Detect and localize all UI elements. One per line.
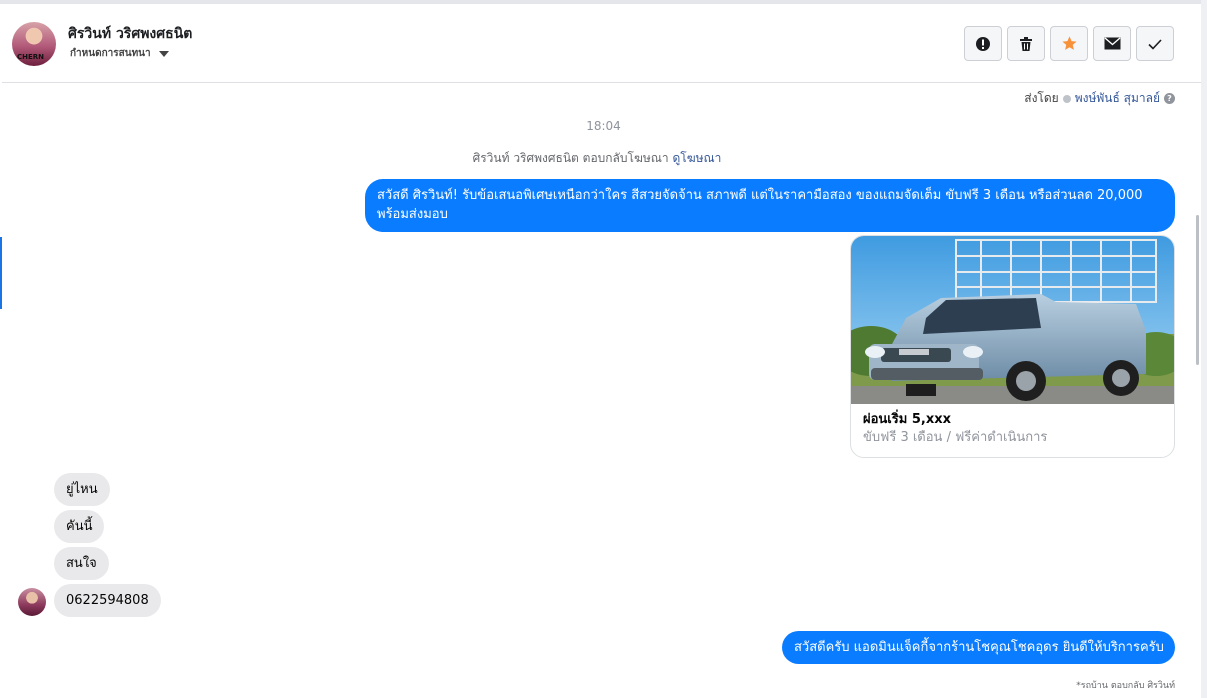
mark-done-button[interactable] [1136,26,1174,61]
sent-by-name[interactable]: พงษ์พันธ์ สุมาลย์ [1075,89,1160,108]
star-icon [1061,36,1077,50]
caret-down-icon [158,50,169,57]
alert-icon [976,36,990,51]
ad-card[interactable]: ผ่อนเริ่ม 5,xxx ขับฟรี 3 เดือน / ฟรีค่าด… [850,235,1175,458]
view-ad-link[interactable]: ดูโฆษณา [672,151,721,165]
contact-name[interactable]: ศิรวินท์ วริศพงศธนิต [68,23,192,45]
contact-avatar-small[interactable] [18,588,46,616]
help-icon[interactable]: ? [1164,93,1175,104]
message-timestamp: 18:04 [586,119,621,133]
conversation-toolbar [964,26,1174,61]
selection-accent [0,237,2,309]
sent-by-line: ส่งโดย พงษ์พันธ์ สุมาลย์ ? [1024,89,1175,108]
conversation-schedule-dropdown[interactable]: กำหนดการสนทนา [70,46,169,61]
admin-status-icon [1062,94,1071,103]
outgoing-message[interactable]: สวัสดีครับ แอดมินแจ็คกี้จากร้านโชคุณโชคอ… [782,631,1175,664]
mail-icon [1104,37,1120,50]
schedule-label: กำหนดการสนทนา [70,48,151,59]
scrollbar[interactable] [1196,215,1199,365]
conversation-window: CHERN ศิรวินท์ วริศพงศธนิต กำหนดการสนทนา [0,0,1207,698]
avatar-caption: CHERN [17,53,45,61]
pickup-truck-photo [851,236,1174,404]
delete-button[interactable] [1007,26,1045,61]
right-border [1201,0,1207,698]
ad-card-subtitle: ขับฟรี 3 เดือน / ฟรีค่าดำเนินการ [863,430,1048,445]
sent-by-prefix: ส่งโดย [1024,91,1059,105]
outgoing-message[interactable]: สวัสดี ศิรวินท์! รับข้อเสนอพิเศษเหนือกว่… [365,179,1175,232]
star-button[interactable] [1050,26,1088,61]
ad-reply-notice: ศิรวินท์ วริศพงศธนิต ตอบกลับโฆษณา ดูโฆษณ… [0,149,1194,168]
incoming-message[interactable]: สนใจ [54,547,109,580]
contact-avatar[interactable]: CHERN [12,22,56,66]
check-icon [1148,38,1162,50]
trash-icon [1020,36,1032,51]
conversation-header: CHERN ศิรวินท์ วริศพงศธนิต กำหนดการสนทนา [2,4,1201,83]
incoming-message-phone[interactable]: 0622594808 [54,584,161,617]
mark-unread-button[interactable] [1093,26,1131,61]
incoming-message[interactable]: คันนี้ [54,510,105,543]
reply-footnote: *รถบ้าน ตอบกลับ ศิรวินท์ [1076,681,1175,691]
incoming-message[interactable]: ยู่ไหน [54,473,110,506]
mark-spam-button[interactable] [964,26,1002,61]
ad-reply-text: ศิรวินท์ วริศพงศธนิต ตอบกลับโฆษณา [472,151,669,165]
